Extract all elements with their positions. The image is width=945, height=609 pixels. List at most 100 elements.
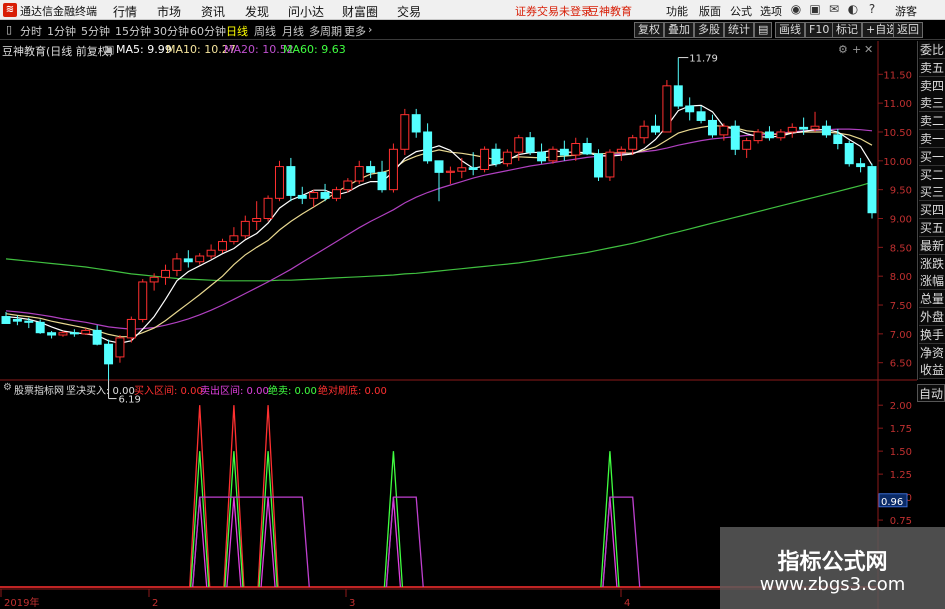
side-tab-14[interactable]: 总量 [919, 290, 945, 309]
candle-down [411, 108, 421, 138]
close-panel-icon[interactable]: ✕ [864, 43, 873, 56]
candle-body [730, 125, 740, 150]
more-arrow-icon[interactable]: › [368, 23, 372, 36]
candle-body [833, 134, 843, 145]
candle-body [229, 235, 239, 243]
side-tab-6[interactable]: 买一 [919, 147, 945, 166]
help-icon[interactable]: ? [864, 1, 880, 17]
draw-line-button[interactable]: 画线 [775, 22, 805, 38]
side-tab-0[interactable]: 委比 [919, 41, 945, 59]
message-icon[interactable]: ✉ [826, 1, 842, 17]
menu-discover[interactable]: 发现 [245, 3, 269, 20]
zoom-in-icon[interactable]: + [852, 43, 861, 56]
menu-trade[interactable]: 交易 [397, 3, 421, 20]
candle-down [47, 330, 57, 339]
candle-body [343, 180, 353, 191]
mark-button[interactable]: 标记 [832, 22, 862, 38]
adjust-button[interactable]: 复权 [634, 22, 664, 38]
candle-down [69, 329, 79, 337]
candlesticks [1, 57, 877, 381]
side-tab-17[interactable]: 净资 [919, 343, 945, 362]
guest-label[interactable]: 游客 [895, 3, 917, 19]
indicator-value-absolute-sell: 绝卖: 0.00 [268, 386, 317, 397]
side-tab-8[interactable]: 买三 [919, 183, 945, 202]
statistics-button[interactable]: 统计 [724, 22, 754, 38]
candle-down [423, 123, 433, 164]
side-tab-11[interactable]: 最新 [919, 236, 945, 255]
period-tab-weekly[interactable]: 周线 [254, 23, 276, 39]
candle-down [286, 157, 296, 202]
candle-up [742, 137, 752, 158]
candle-down [764, 126, 774, 141]
period-tab-5min[interactable]: 5分钟 [81, 23, 110, 39]
broker-name[interactable]: 豆神教育 [588, 3, 632, 19]
user-icon[interactable]: ◉ [788, 1, 804, 17]
period-tab-multi[interactable]: 多周期 [309, 23, 342, 39]
side-tab-12[interactable]: 涨跌 [919, 254, 945, 273]
chart-info-bar: 豆神教育(日线 前复权) ▣ MA5: 9.99 MA10: 10.27 MA2… [0, 41, 880, 58]
menu-options[interactable]: 选项 [760, 3, 782, 19]
multi-stock-button[interactable]: 多股 [694, 22, 724, 38]
side-tab-5[interactable]: 卖一 [919, 130, 945, 148]
menu-quotes[interactable]: 行情 [113, 3, 137, 20]
menu-formula[interactable]: 公式 [730, 3, 752, 19]
period-minute-chart-icon: ▯ [6, 23, 13, 36]
menu-function[interactable]: 功能 [666, 3, 688, 19]
candle-up [776, 129, 786, 141]
indicator-current-value: 0.96 [881, 497, 903, 508]
side-tab-13[interactable]: 涨幅 [919, 272, 945, 291]
candle-down [297, 186, 307, 205]
candle-body [126, 318, 136, 339]
candle-body [366, 166, 376, 173]
period-tab-15min[interactable]: 15分钟 [115, 23, 151, 39]
candle-body [24, 320, 34, 323]
side-tab-16[interactable]: 换手 [919, 325, 945, 344]
ma-toggle-icon[interactable]: ▣ [104, 43, 114, 56]
candle-body [434, 160, 444, 173]
chart-settings-icon[interactable]: ▤ [754, 22, 773, 38]
period-tab-daily[interactable]: 日线 [226, 23, 248, 39]
candle-body [138, 281, 148, 320]
side-tab-10[interactable]: 买五 [919, 219, 945, 237]
candle-up [571, 137, 581, 161]
side-tab-3[interactable]: 卖三 [919, 94, 945, 113]
login-notice[interactable]: 证券交易未登录 [515, 3, 592, 19]
candle-body [81, 329, 91, 335]
f10-button[interactable]: F10 [805, 22, 834, 38]
menu-wealth[interactable]: 财富圈 [342, 3, 378, 20]
menu-market[interactable]: 市场 [157, 3, 181, 20]
candle-body [537, 151, 547, 162]
menu-layout[interactable]: 版面 [699, 3, 721, 19]
menu-ask[interactable]: 问小达 [288, 3, 324, 20]
period-tab-30min[interactable]: 30分钟 [153, 23, 189, 39]
indicator-peak-卖出区间 [385, 497, 402, 588]
side-tab-9[interactable]: 买四 [919, 201, 945, 220]
candle-down [696, 106, 706, 124]
period-tab-60min[interactable]: 60分钟 [190, 23, 226, 39]
menu-news[interactable]: 资讯 [201, 3, 225, 20]
period-tab-monthly[interactable]: 月线 [282, 23, 304, 39]
side-tab-4[interactable]: 卖二 [919, 112, 945, 131]
price-tick-label: 8.00 [890, 272, 912, 283]
side-tab-18[interactable]: 收益 [919, 361, 945, 380]
date-axis: 2019年 2 3 4 [0, 589, 630, 609]
ma60-value: MA60: 9.63 [283, 43, 346, 56]
auto-tab[interactable]: 自动 [917, 384, 945, 402]
candle-body [468, 167, 478, 170]
overlay-button[interactable]: 叠加 [664, 22, 694, 38]
back-button[interactable]: 返回 [893, 22, 923, 38]
lock-icon[interactable]: ▣ [807, 1, 823, 17]
skin-icon[interactable]: ◐ [845, 1, 861, 17]
side-tab-2[interactable]: 卖四 [919, 76, 945, 95]
period-tab-more[interactable]: 更多 [344, 23, 366, 39]
indicator-settings-icon[interactable]: ⚙ [3, 382, 12, 393]
side-tab-7[interactable]: 买二 [919, 165, 945, 184]
side-tab-1[interactable]: 卖五 [919, 58, 945, 77]
candle-down [844, 140, 854, 167]
side-tab-15[interactable]: 外盘 [919, 308, 945, 326]
period-tab-1min[interactable]: 1分钟 [47, 23, 76, 39]
period-tab-intraday[interactable]: 分时 [20, 23, 42, 39]
settings-icon[interactable]: ⚙ [838, 43, 848, 56]
kline-chart[interactable]: 11.796.19 11.50 11.00 10.50 10.00 9.50 9.00 8.… [0, 41, 917, 609]
candle-down [320, 183, 330, 202]
